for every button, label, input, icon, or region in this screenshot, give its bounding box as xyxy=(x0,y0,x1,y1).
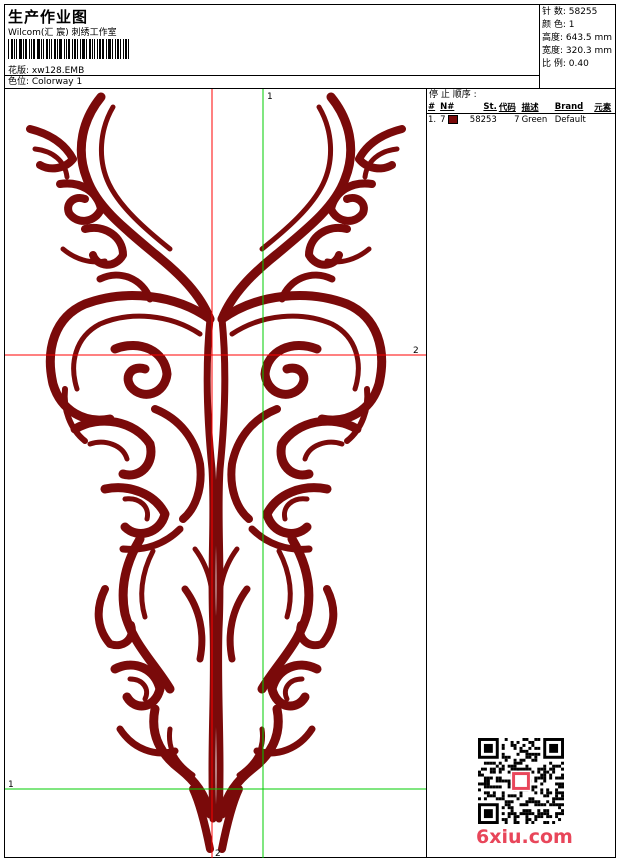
company-name: Wilcom(汇 宸) 刺绣工作室 xyxy=(8,28,117,38)
row-stitches: 58253 xyxy=(469,114,497,125)
col-header-description: 描述 xyxy=(521,103,539,113)
row-element xyxy=(593,114,616,126)
stop-sequence-title: 停 止 顺序 : xyxy=(429,90,477,100)
row-code: 7 xyxy=(514,114,520,125)
color-count: 颜 色: 1 xyxy=(542,20,575,30)
embroidery-right-half xyxy=(219,97,402,849)
design-height: 高度: 643.5 mm xyxy=(542,33,613,43)
table-header-row: # N# St. 代码 描述 Brand 元素 xyxy=(427,101,616,114)
row-brand: Default xyxy=(554,114,586,125)
row-description: Green xyxy=(521,114,548,125)
page-title: 生产作业图 xyxy=(8,8,89,26)
row-index: 1. xyxy=(428,114,437,125)
table-row: 1. 7 58253 7 Green Default xyxy=(427,114,616,126)
guide-label-v1: 1 xyxy=(267,92,273,102)
col-header-index: # xyxy=(428,102,436,112)
stats-panel: 针 数: 58255 颜 色: 1 高度: 643.5 mm 宽度: 320.3… xyxy=(540,5,616,89)
col-header-needle: N# xyxy=(440,102,455,112)
colorway-label: 色位: Colorway 1 xyxy=(5,75,539,89)
guide-label-v2: 2 xyxy=(215,849,221,858)
embroidery-design-svg: 1 2 1 2 xyxy=(5,89,426,858)
row-needle: 7 xyxy=(439,114,463,126)
col-header-element: 元素 xyxy=(594,103,612,113)
barcode xyxy=(8,39,131,59)
design-preview-canvas: 1 2 1 2 xyxy=(5,89,427,858)
stop-sequence-table: # N# St. 代码 描述 Brand 元素 1. 7 58253 7 Gre… xyxy=(427,101,616,126)
embroidery-left-half xyxy=(30,97,213,849)
watermark-logo: 6xiu.com xyxy=(476,826,573,848)
design-width: 宽度: 320.3 mm xyxy=(542,46,613,56)
col-header-code: 代码 xyxy=(498,103,516,113)
production-worksheet: 生产作业图 Wilcom(汇 宸) 刺绣工作室 花版: xw128.EMB 色位… xyxy=(4,4,616,858)
header-info-panel: 生产作业图 Wilcom(汇 宸) 刺绣工作室 花版: xw128.EMB 色位… xyxy=(5,5,540,89)
col-header-stitches: St. xyxy=(483,102,497,112)
guide-label-h2: 2 xyxy=(413,346,419,356)
guide-label-h1: 1 xyxy=(8,780,14,790)
stitch-count: 针 数: 58255 xyxy=(542,7,598,17)
col-header-brand: Brand xyxy=(554,102,584,112)
qr-code-icon xyxy=(478,738,564,824)
color-swatch xyxy=(448,114,459,124)
scale-ratio: 比 例: 0.40 xyxy=(542,59,589,69)
